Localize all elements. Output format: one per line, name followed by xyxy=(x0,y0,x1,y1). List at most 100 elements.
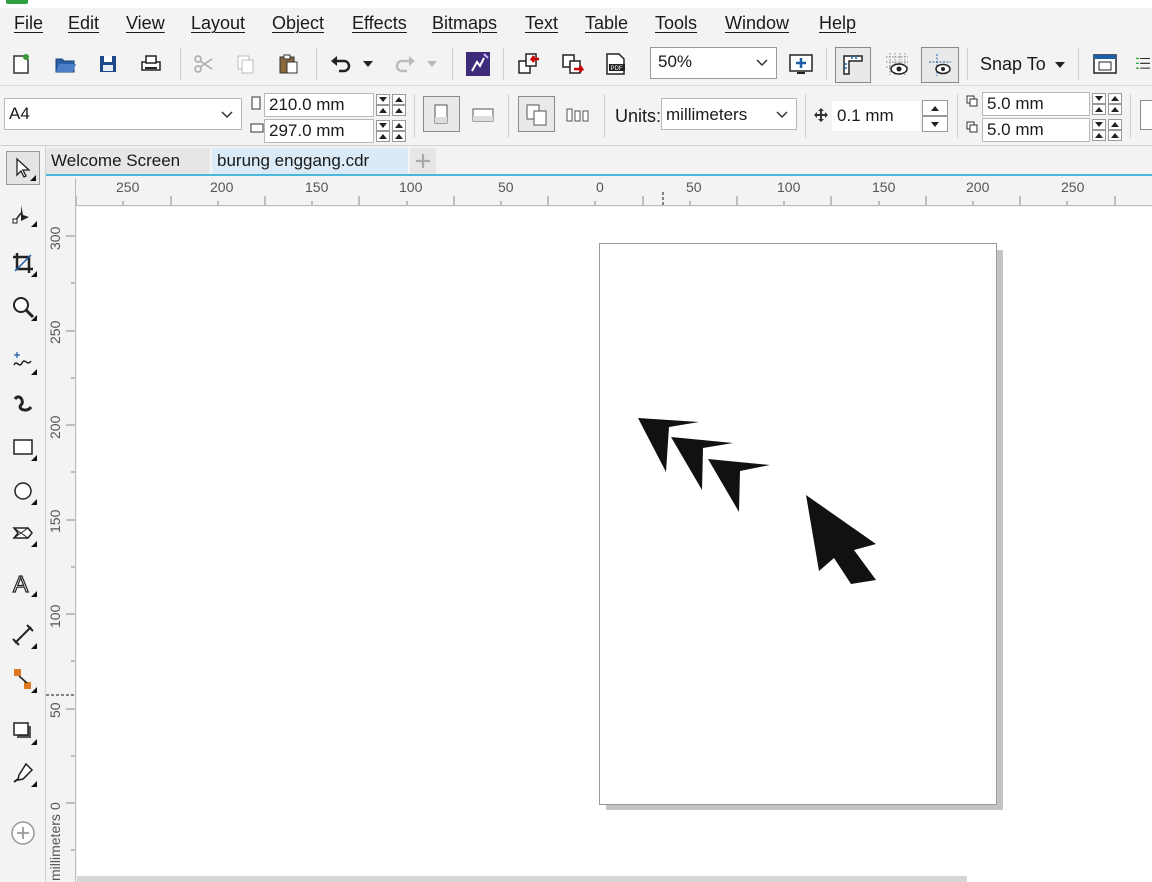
tab-label: burung enggang.cdr xyxy=(217,151,370,170)
undo-dropdown-icon[interactable] xyxy=(360,51,376,77)
menu-bitmaps[interactable]: Bitmaps xyxy=(432,13,497,34)
zoom-tool[interactable] xyxy=(6,290,40,324)
open-icon[interactable] xyxy=(52,51,78,77)
copy-icon[interactable] xyxy=(232,51,258,77)
cut-icon[interactable] xyxy=(190,51,216,77)
portrait-icon xyxy=(434,104,448,124)
horizontal-scrollbar[interactable] xyxy=(77,876,967,882)
grid-view-icon[interactable] xyxy=(884,51,910,77)
menu-tools[interactable]: Tools xyxy=(655,13,697,34)
snap-to-button[interactable]: Snap To xyxy=(980,54,1046,75)
document-page[interactable] xyxy=(599,243,997,805)
duplicate-y-stepper[interactable] xyxy=(1092,119,1106,141)
nudge-stepper[interactable] xyxy=(922,100,948,132)
duplicate-y-field[interactable]: 5.0 mm xyxy=(982,118,1090,142)
arrowhead-shape[interactable] xyxy=(708,459,770,512)
redo-icon[interactable] xyxy=(392,51,418,77)
chevron-down-icon xyxy=(221,111,233,119)
separator xyxy=(180,48,181,80)
menu-object[interactable]: Object xyxy=(272,13,324,34)
drop-shadow-tool[interactable] xyxy=(6,714,40,748)
ruler-label: 50 xyxy=(47,702,63,718)
separator xyxy=(805,94,806,138)
text-tool[interactable]: A xyxy=(6,566,40,600)
menu-table[interactable]: Table xyxy=(585,13,628,34)
page-height-stepper[interactable] xyxy=(376,120,390,142)
import-icon[interactable] xyxy=(516,51,542,77)
new-icon[interactable] xyxy=(8,51,34,77)
undo-icon[interactable] xyxy=(328,51,354,77)
paste-icon[interactable] xyxy=(275,51,301,77)
all-pages-icon xyxy=(526,104,547,126)
menu-help[interactable]: Help xyxy=(819,13,856,34)
separator xyxy=(503,48,504,80)
menu-effects[interactable]: Effects xyxy=(352,13,407,34)
pointer-shape[interactable] xyxy=(806,495,876,584)
add-icon xyxy=(11,821,35,845)
ruler-label: 150 xyxy=(47,509,63,533)
duplicate-x-icon xyxy=(966,95,978,107)
more-property-button[interactable] xyxy=(1140,100,1152,130)
menu-edit[interactable]: Edit xyxy=(68,13,99,34)
dimension-tool[interactable] xyxy=(6,618,40,652)
toolbox: A xyxy=(0,146,46,882)
nudge-distance-field[interactable]: 0.1 mm xyxy=(832,101,920,131)
duplicate-y-stepper-up[interactable] xyxy=(1108,119,1122,141)
export-icon[interactable] xyxy=(560,51,586,77)
new-tab-button[interactable] xyxy=(410,148,436,174)
ellipse-tool[interactable] xyxy=(6,474,40,508)
print-icon[interactable] xyxy=(138,51,164,77)
units-value: millimeters xyxy=(666,105,748,124)
full-screen-preview-icon[interactable] xyxy=(788,51,814,77)
horizontal-ruler[interactable]: 250 200 150 100 50 0 50 100 150 200 250 xyxy=(46,178,1152,206)
separator xyxy=(1078,48,1079,80)
cursor-position-marker xyxy=(46,694,75,696)
duplicate-x-stepper[interactable] xyxy=(1092,93,1106,115)
publish-pdf-icon[interactable]: PDF xyxy=(603,51,629,77)
guidelines-toggle[interactable] xyxy=(921,47,959,83)
options-icon[interactable] xyxy=(1092,51,1118,77)
duplicate-x-stepper-up[interactable] xyxy=(1108,93,1122,115)
current-page-icon[interactable] xyxy=(565,102,591,128)
all-pages-button[interactable] xyxy=(518,96,555,132)
shape-tool[interactable] xyxy=(6,196,40,230)
menu-file[interactable]: File xyxy=(14,13,43,34)
app-launcher-icon[interactable] xyxy=(465,51,491,77)
rectangle-tool[interactable] xyxy=(6,430,40,464)
tab-burung-enggang[interactable]: burung enggang.cdr xyxy=(212,148,408,174)
page-height-field[interactable]: 297.0 mm xyxy=(264,119,374,143)
quick-customize-button[interactable] xyxy=(6,816,40,850)
menu-layout[interactable]: Layout xyxy=(191,13,245,34)
pick-tool[interactable] xyxy=(6,151,40,185)
page-width-stepper[interactable] xyxy=(376,94,390,116)
tab-welcome-screen[interactable]: Welcome Screen xyxy=(46,148,210,174)
chevron-down-icon[interactable] xyxy=(1055,62,1065,68)
zoom-level-select[interactable]: 50% xyxy=(650,47,777,79)
units-select[interactable]: millimeters xyxy=(661,98,797,130)
eyedropper-tool[interactable] xyxy=(6,756,40,790)
polygon-tool[interactable] xyxy=(6,516,40,550)
artistic-media-tool[interactable] xyxy=(6,386,40,420)
menu-window[interactable]: Window xyxy=(725,13,789,34)
page-height-stepper-up[interactable] xyxy=(392,120,406,142)
page-size-select[interactable]: A4 xyxy=(4,98,242,130)
menu-text[interactable]: Text xyxy=(525,13,558,34)
portrait-button[interactable] xyxy=(423,96,460,132)
landscape-icon[interactable] xyxy=(470,102,496,128)
separator xyxy=(1130,94,1131,138)
menu-bar: File Edit View Layout Object Effects Bit… xyxy=(0,8,1152,42)
rectangle-icon xyxy=(13,439,33,455)
duplicate-x-field[interactable]: 5.0 mm xyxy=(982,92,1090,116)
freehand-tool[interactable] xyxy=(6,344,40,378)
redo-dropdown-icon[interactable] xyxy=(424,51,440,77)
save-icon[interactable] xyxy=(95,51,121,77)
separator xyxy=(452,48,453,80)
connector-tool[interactable] xyxy=(6,662,40,696)
rulers-toggle[interactable] xyxy=(835,47,871,83)
page-width-stepper-up[interactable] xyxy=(392,94,406,116)
vertical-ruler[interactable]: 300 250 200 150 100 50 0 millimeters xyxy=(46,178,76,882)
menu-view[interactable]: View xyxy=(126,13,165,34)
page-width-field[interactable]: 210.0 mm xyxy=(264,93,374,117)
crop-tool[interactable] xyxy=(6,246,40,280)
more-options-icon[interactable] xyxy=(1134,51,1152,77)
